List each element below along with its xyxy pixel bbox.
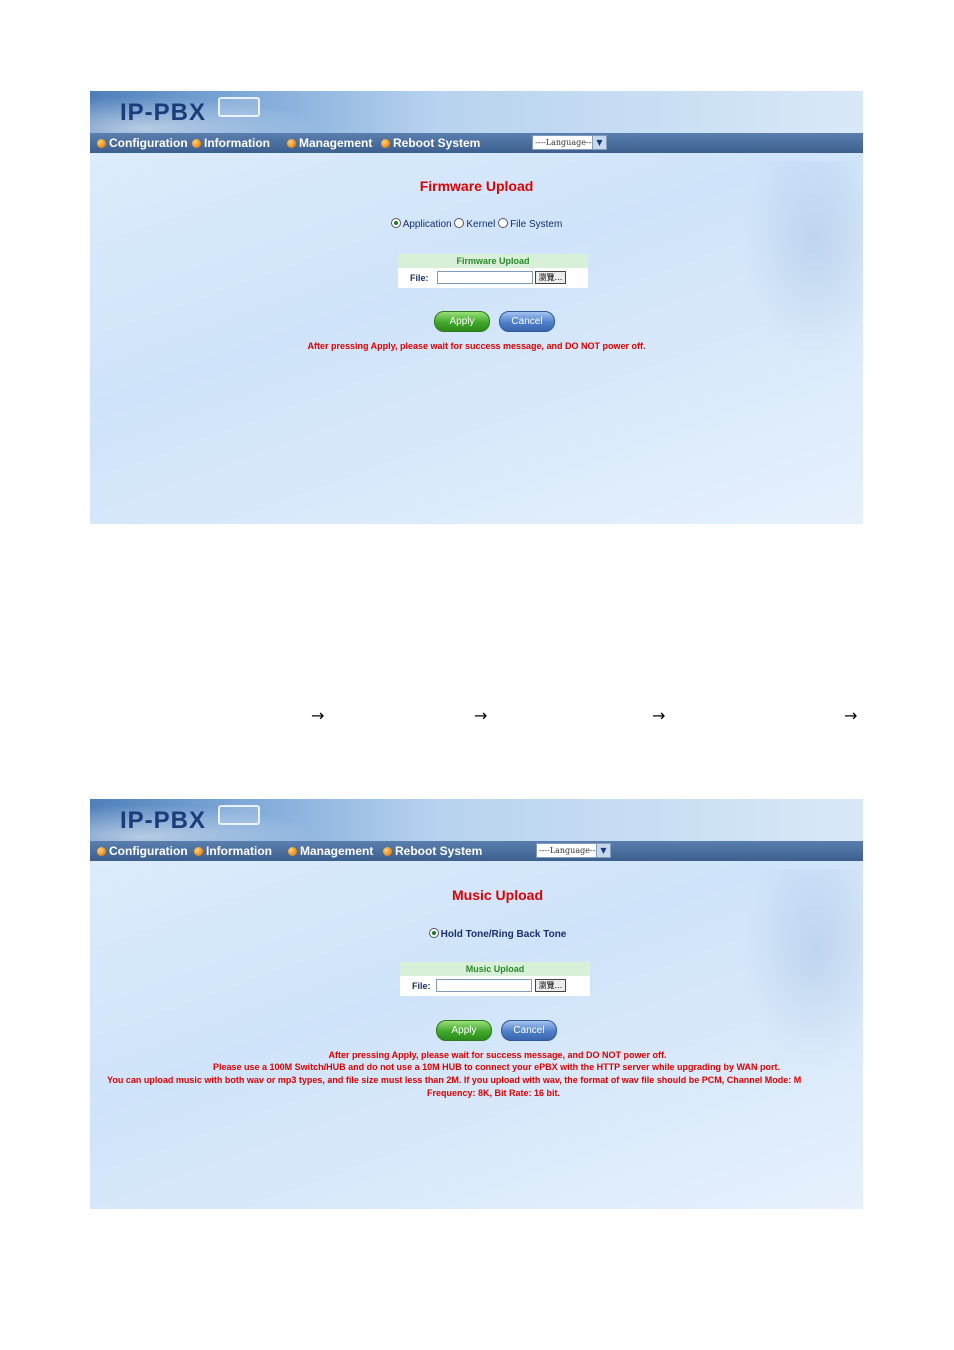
cancel-button[interactable]: Cancel [499,311,555,332]
music-upload-screenshot: IP-PBX Configuration Information Managem… [90,799,863,1209]
cancel-button[interactable]: Cancel [501,1020,557,1041]
nav-management[interactable]: Management [288,844,373,858]
arrow-icon: → [311,706,325,725]
chevron-down-icon: ▼ [592,136,606,149]
header-banner: IP-PBX [90,799,863,841]
upload-panel: Firmware Upload File: 瀏覽... [398,254,588,288]
arrow-icon: → [652,706,666,725]
nav-bullet-icon [194,847,203,856]
chevron-down-icon: ▼ [596,844,610,857]
warning-message: After pressing Apply, please wait for su… [328,1050,667,1060]
browse-button[interactable]: 瀏覽... [535,979,566,992]
page-title: Music Upload [451,887,543,903]
nav-management[interactable]: Management [287,136,372,150]
nav-bullet-icon [97,139,106,148]
file-label: File: [410,273,429,283]
switch-hub-notice: Please use a 100M Switch/HUB and do not … [213,1062,780,1072]
page-title: Firmware Upload [419,178,534,194]
radio-selected-icon [390,218,401,228]
nav-bullet-icon [97,847,106,856]
frequency-notice: Frequency: 8K, Bit Rate: 16 bit. [426,1088,561,1098]
language-select[interactable]: ----Language---- ▼ [532,135,607,150]
radio-icon [498,218,509,228]
nav-information[interactable]: Information [194,844,272,858]
arrow-icon: → [474,706,488,725]
file-path-input[interactable] [436,979,532,992]
upload-panel: Music Upload File: 瀏覽... [400,962,590,996]
radio-selected-icon [428,928,439,938]
radio-hold-tone[interactable]: Hold Tone/Ring Back Tone [428,928,566,940]
file-path-input[interactable] [437,271,533,284]
file-format-notice: You can upload music with both wav or mp… [107,1075,802,1085]
radio-icon [454,218,465,228]
browse-button[interactable]: 瀏覽... [535,271,566,284]
nav-information[interactable]: Information [192,136,270,150]
apply-button[interactable]: Apply [434,311,490,332]
nav-bullet-icon [192,139,201,148]
nav-bullet-icon [288,847,297,856]
nav-reboot-system[interactable]: Reboot System [383,844,482,858]
firmware-upload-screenshot: IP-PBX Configuration Information Managem… [90,91,863,524]
nav-bar: Configuration Information Management Reb… [90,133,863,153]
radio-application[interactable]: Application [390,218,452,230]
upload-panel-header: Music Upload [400,962,590,976]
upload-type-options: Application Kernel File System [90,218,863,230]
warning-message: After pressing Apply, please wait for su… [307,341,646,351]
upload-panel-header: Firmware Upload [398,254,588,268]
logo: IP-PBX [120,99,207,126]
nav-bullet-icon [287,139,296,148]
nav-reboot-system[interactable]: Reboot System [381,136,480,150]
radio-kernel[interactable]: Kernel [454,218,495,230]
header-banner: IP-PBX [90,91,863,133]
logo: IP-PBX [120,807,207,834]
radio-file-system[interactable]: File System [498,218,562,230]
apply-button[interactable]: Apply [436,1020,492,1041]
nav-bar: Configuration Information Management Reb… [90,841,863,861]
nav-configuration[interactable]: Configuration [97,844,188,858]
nav-bullet-icon [383,847,392,856]
file-label: File: [412,981,431,991]
upload-type-options: Hold Tone/Ring Back Tone [111,928,863,940]
logo-decoration [218,97,260,117]
nav-bullet-icon [381,139,390,148]
nav-configuration[interactable]: Configuration [97,136,188,150]
arrow-icon: → [844,706,858,725]
logo-decoration [218,805,260,825]
language-select[interactable]: ----Language---- ▼ [536,843,611,858]
